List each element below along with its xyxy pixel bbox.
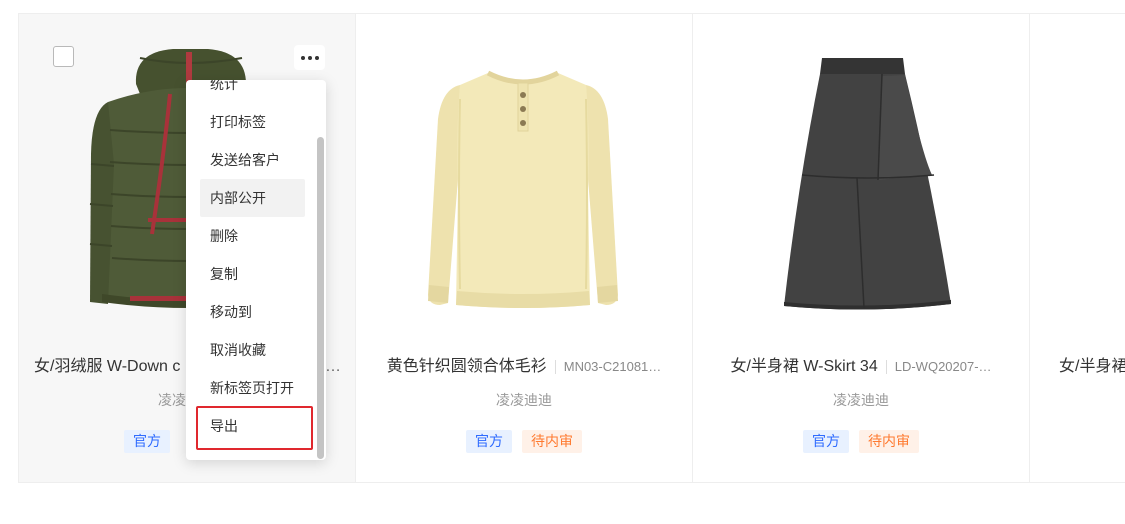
sweater-button	[520, 106, 526, 112]
product-card[interactable]: 女/半身裙 W-Skirt 34 LD-WQ20207-… 凌凌迪迪 官方 待内…	[692, 13, 1030, 483]
context-menu-list: 统计 打印标签 发送给客户 内部公开 删除 复制 移动到 取消收藏 新标签页打开…	[186, 80, 305, 445]
menu-item-statistics[interactable]: 统计	[200, 80, 305, 103]
menu-item-send-to-customer[interactable]: 发送给客户	[200, 141, 305, 179]
sweater-right-sleeve	[586, 85, 618, 305]
menu-item-export[interactable]: 导出	[200, 407, 305, 445]
sweater-right-cuff	[597, 285, 618, 303]
product-image[interactable]	[772, 54, 952, 329]
skirt-waistband	[820, 58, 905, 74]
jacket-hem-trim	[130, 296, 188, 301]
menu-item-copy[interactable]: 复制	[200, 255, 305, 293]
skirt-panel-highlight	[878, 75, 932, 180]
tag-list: 官方 待内审	[693, 430, 1029, 453]
creator-name: 凌凌迪迪	[496, 392, 552, 408]
context-menu[interactable]: 统计 打印标签 发送给客户 内部公开 删除 复制 移动到 取消收藏 新标签页打开…	[186, 80, 326, 460]
tag-pending-review: 待内审	[859, 430, 919, 453]
menu-item-open-new-tab[interactable]: 新标签页打开	[200, 369, 305, 407]
menu-item-internal-public[interactable]: 内部公开	[200, 179, 305, 217]
tag-list: 官方 待内审	[356, 430, 692, 453]
tag-official: 官方	[124, 430, 170, 453]
sweater-button	[520, 120, 526, 126]
product-title[interactable]: 女/羽绒服 W-Down c	[34, 356, 180, 378]
menu-item-print-label[interactable]: 打印标签	[200, 103, 305, 141]
product-title-row[interactable]: 女/半身裙 W-Skirt 34 LD-WQ20207-…	[693, 356, 1029, 378]
product-code: LD-WQ20207-…	[894, 359, 992, 374]
product-code: MN03-C21081…	[563, 359, 662, 374]
product-image[interactable]	[420, 69, 630, 329]
product-card[interactable]: 女/半身裙	[1029, 13, 1125, 483]
skirt-body	[784, 74, 951, 310]
tag-list: 官方	[124, 430, 170, 453]
more-horizontal-icon	[300, 55, 319, 60]
menu-item-move-to[interactable]: 移动到	[200, 293, 305, 331]
product-card[interactable]: 黄色针织圆领合体毛衫 MN03-C21081… 凌凌迪迪 官方 待内审	[355, 13, 693, 483]
creator-name: 凌凌迪迪	[833, 392, 889, 408]
menu-item-delete[interactable]: 删除	[200, 217, 305, 255]
creator-name: 凌凌	[158, 392, 186, 408]
product-title-row[interactable]: 黄色针织圆领合体毛衫 MN03-C21081…	[356, 356, 692, 378]
product-title[interactable]: 女/半身裙	[1059, 356, 1125, 378]
menu-item-unfavorite[interactable]: 取消收藏	[200, 331, 305, 369]
product-title[interactable]: 黄色针织圆领合体毛衫	[387, 356, 547, 378]
tag-official: 官方	[803, 430, 849, 453]
tag-pending-review: 待内审	[522, 430, 582, 453]
title-ellipsis: …	[325, 358, 341, 375]
product-title[interactable]: 女/半身裙 W-Skirt 34	[730, 356, 877, 378]
title-separator	[885, 360, 887, 374]
sweater-left-sleeve	[428, 85, 460, 305]
tag-official: 官方	[466, 430, 512, 453]
sweater-left-cuff	[428, 285, 449, 303]
sweater-button	[520, 92, 526, 98]
title-separator	[554, 360, 556, 374]
more-actions-button[interactable]	[294, 45, 325, 70]
menu-scrollbar-thumb[interactable]	[317, 137, 324, 459]
select-checkbox[interactable]	[53, 46, 74, 67]
